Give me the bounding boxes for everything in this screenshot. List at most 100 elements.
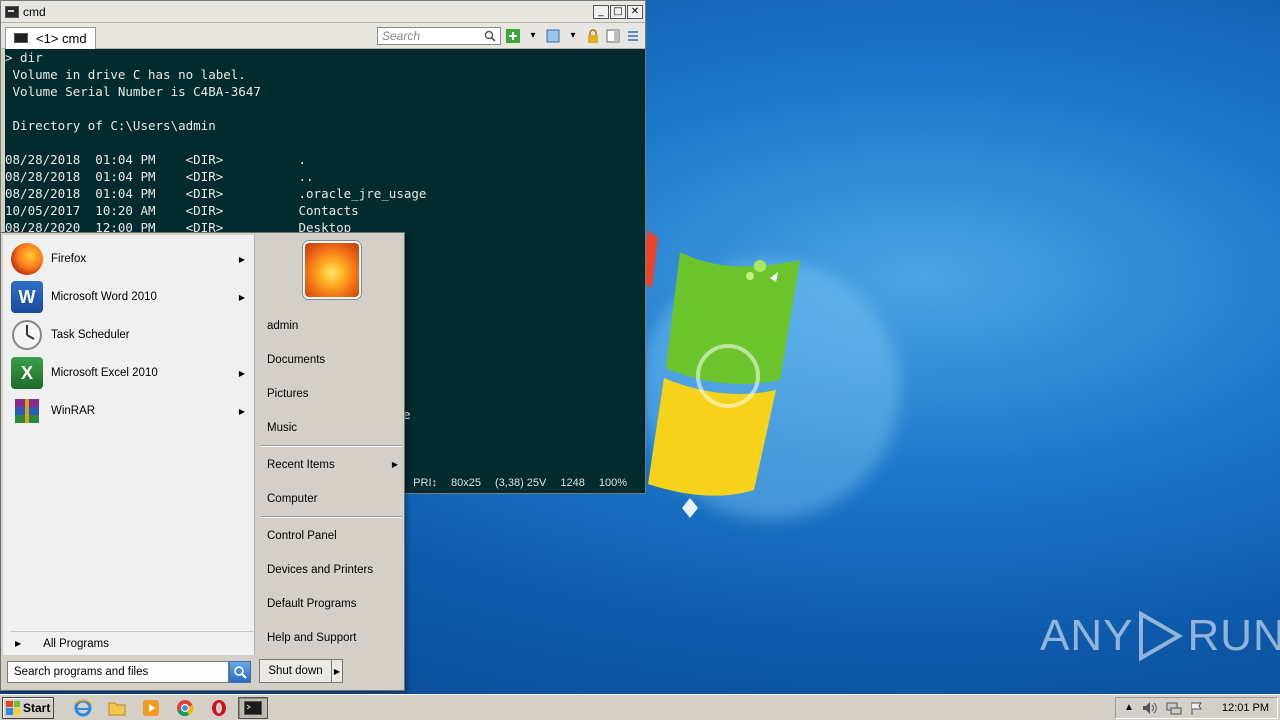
lock-icon[interactable]	[585, 28, 601, 44]
start-search-input[interactable]: Search programs and files	[7, 661, 229, 683]
network-icon[interactable]	[1166, 701, 1182, 715]
console-line: 08/28/2018 01:04 PM <DIR> ..	[5, 169, 314, 184]
taskbar: Start ▲ 12:01 PM	[0, 694, 1280, 720]
shutdown-button[interactable]: Shut down ▶	[259, 659, 343, 683]
watermark-text-right: RUN	[1187, 611, 1280, 660]
start-menu-places-pane: admin Documents Pictures Music Recent It…	[259, 233, 404, 692]
search-icon	[234, 666, 247, 679]
cmd-icon[interactable]	[238, 696, 268, 719]
program-label: Microsoft Word 2010	[51, 291, 157, 303]
console-line: Directory of C:\Users\admin	[5, 118, 216, 133]
search-placeholder: Search programs and files	[14, 666, 149, 678]
panel-icon[interactable]	[605, 28, 621, 44]
program-winrar[interactable]: WinRAR ▶	[11, 393, 253, 429]
maximize-button[interactable]: □	[610, 4, 626, 19]
submenu-arrow-icon: ▶	[238, 368, 245, 378]
firefox-icon	[11, 243, 43, 275]
program-label: WinRAR	[51, 405, 96, 417]
place-user[interactable]: admin	[267, 316, 402, 336]
view-dropdown-icon[interactable]: ▾	[565, 28, 581, 44]
close-button[interactable]: ✕	[627, 4, 643, 19]
submenu-arrow-icon: ▶	[238, 406, 245, 416]
program-label: Microsoft Excel 2010	[51, 367, 158, 379]
console-line: Volume in drive C has no label.	[5, 67, 246, 82]
place-documents[interactable]: Documents	[267, 350, 402, 370]
status-buffer: 1248	[560, 477, 585, 489]
console-line: 08/28/2018 01:04 PM <DIR> .	[5, 152, 307, 167]
all-programs-button[interactable]: ▶ All Programs	[11, 631, 253, 653]
tab-label: <1> cmd	[36, 30, 87, 46]
console-line: Volume Serial Number is C4BA-3647	[5, 84, 261, 99]
cmd-icon	[14, 33, 28, 43]
separator	[261, 445, 402, 447]
console-line: > dir	[5, 50, 43, 65]
system-tray: ▲ 12:01 PM	[1115, 696, 1278, 719]
word-icon: W	[11, 281, 43, 313]
user-avatar[interactable]	[303, 241, 361, 299]
tab-cmd[interactable]: <1> cmd	[5, 26, 96, 49]
console-titlebar[interactable]: cmd _ □ ✕	[1, 1, 645, 23]
folder-icon[interactable]	[102, 697, 132, 719]
submenu-arrow-icon: ▶	[238, 254, 245, 264]
place-default-programs[interactable]: Default Programs	[267, 594, 402, 614]
windows-flag-icon	[6, 700, 20, 715]
view-icon[interactable]	[545, 28, 561, 44]
menu-icon[interactable]	[625, 28, 641, 44]
windows-logo-wallpaper	[640, 230, 800, 518]
search-placeholder: Search	[382, 28, 421, 43]
recent-items-label: Recent Items	[267, 459, 335, 471]
shutdown-options-arrow-icon[interactable]: ▶	[332, 667, 342, 676]
internet-explorer-icon[interactable]	[68, 697, 98, 719]
place-computer[interactable]: Computer	[267, 489, 402, 509]
shutdown-label: Shut down	[260, 660, 332, 682]
start-button[interactable]: Start	[2, 696, 54, 719]
taskbar-clock[interactable]: 12:01 PM	[1222, 702, 1269, 714]
status-size: 80x25	[451, 477, 481, 489]
search-icon[interactable]	[484, 30, 496, 42]
console-toolbar: <1> cmd Search ▾ ▾	[1, 23, 645, 49]
volume-icon[interactable]	[1142, 701, 1158, 715]
program-label: Firefox	[51, 253, 87, 265]
place-pictures[interactable]: Pictures	[267, 384, 402, 404]
start-menu: Firefox ▶ W Microsoft Word 2010 ▶ Task S…	[0, 232, 405, 691]
new-tab-icon[interactable]	[505, 28, 521, 44]
status-mode: PRI↕	[413, 477, 438, 489]
program-word[interactable]: W Microsoft Word 2010 ▶	[11, 279, 253, 315]
submenu-arrow-icon: ▶	[391, 460, 398, 469]
chrome-icon[interactable]	[170, 697, 200, 719]
program-task-scheduler[interactable]: Task Scheduler	[11, 317, 253, 353]
start-menu-programs-pane: Firefox ▶ W Microsoft Word 2010 ▶ Task S…	[3, 235, 255, 655]
console-line: 08/28/2018 01:04 PM <DIR> .oracle_jre_us…	[5, 186, 427, 201]
media-player-icon[interactable]	[136, 697, 166, 719]
anyrun-watermark: ANY RUN	[1040, 610, 1280, 662]
status-zoom: 100%	[598, 477, 627, 489]
task-scheduler-icon	[11, 319, 43, 351]
console-line: 10/05/2017 10:20 AM <DIR> Contacts	[5, 203, 359, 218]
show-hidden-icons-icon[interactable]: ▲	[1124, 702, 1134, 713]
start-label: Start	[23, 700, 51, 715]
start-search-button[interactable]	[229, 661, 251, 683]
watermark-text-left: ANY	[1040, 611, 1134, 660]
play-triangle-icon	[1139, 610, 1184, 662]
program-excel[interactable]: X Microsoft Excel 2010 ▶	[11, 355, 253, 391]
place-devices-printers[interactable]: Devices and Printers	[267, 560, 402, 580]
program-firefox[interactable]: Firefox ▶	[11, 241, 253, 277]
expand-arrow-icon: ▶	[15, 639, 22, 648]
place-music[interactable]: Music	[267, 418, 402, 438]
winrar-icon	[11, 395, 43, 427]
place-recent-items[interactable]: Recent Items ▶	[267, 455, 402, 475]
place-help-support[interactable]: Help and Support	[267, 628, 402, 648]
place-control-panel[interactable]: Control Panel	[267, 526, 402, 546]
action-center-flag-icon[interactable]	[1190, 701, 1204, 715]
console-title: cmd	[23, 4, 46, 19]
new-tab-dropdown-icon[interactable]: ▾	[525, 28, 541, 44]
excel-icon: X	[11, 357, 43, 389]
status-position: (3,38) 25V	[495, 477, 547, 489]
all-programs-label: All Programs	[43, 637, 109, 650]
console-search-input[interactable]: Search	[377, 26, 501, 45]
opera-icon[interactable]	[204, 697, 234, 719]
minimize-button[interactable]: _	[593, 4, 609, 19]
console-app-icon	[5, 5, 19, 18]
program-label: Task Scheduler	[51, 329, 130, 341]
